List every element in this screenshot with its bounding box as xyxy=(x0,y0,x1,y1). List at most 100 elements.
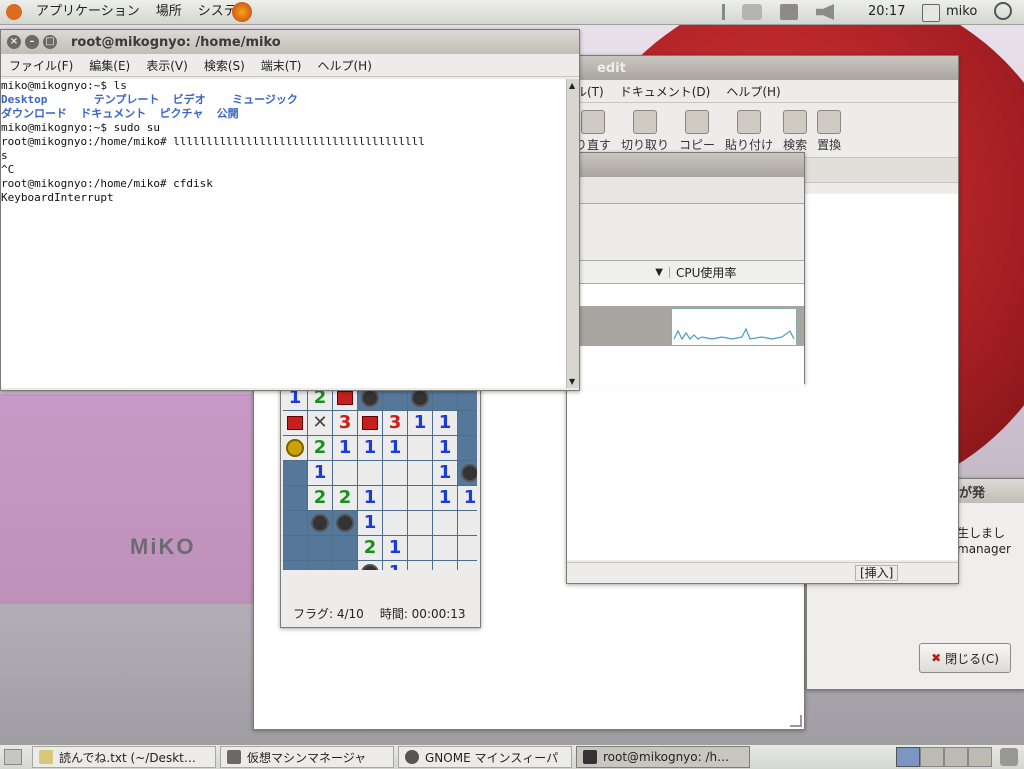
cell[interactable]: 1 xyxy=(408,411,432,435)
trash-icon[interactable] xyxy=(1000,748,1018,766)
sysmon-titlebar[interactable] xyxy=(567,153,804,177)
terminal-scrollbar[interactable]: ▲ ▼ xyxy=(566,79,579,388)
cell[interactable]: 3 xyxy=(383,411,407,435)
taskbar-item-terminal[interactable]: root@mikognyo: /h… xyxy=(576,746,750,768)
redo-button[interactable]: り直す xyxy=(575,110,611,153)
gedit-titlebar[interactable]: edit xyxy=(567,56,958,80)
menu-places[interactable]: 場所 xyxy=(148,0,190,24)
terminal-menu-edit[interactable]: 編集(E) xyxy=(81,57,138,74)
cell[interactable] xyxy=(283,536,307,560)
close-button[interactable]: ✖ 閉じる(C) xyxy=(919,643,1011,673)
cell[interactable] xyxy=(283,511,307,535)
maximize-window-icon[interactable]: □ xyxy=(43,35,57,49)
cell[interactable] xyxy=(283,561,307,570)
menu-applications[interactable]: アプリケーション xyxy=(28,0,148,24)
paste-button[interactable]: 貼り付け xyxy=(725,110,773,153)
cell[interactable]: 1 xyxy=(383,561,407,570)
cell[interactable]: 1 xyxy=(458,486,477,510)
cell[interactable] xyxy=(458,436,477,460)
cell[interactable]: ✕ xyxy=(308,411,332,435)
cell[interactable] xyxy=(333,561,357,570)
terminal-menu-view[interactable]: 表示(V) xyxy=(138,57,196,74)
cell[interactable] xyxy=(408,561,432,570)
cell[interactable] xyxy=(333,536,357,560)
cell[interactable] xyxy=(283,411,307,435)
cell[interactable]: 3 xyxy=(333,411,357,435)
replace-button[interactable]: 置換 xyxy=(817,110,841,153)
cell[interactable] xyxy=(358,411,382,435)
cell[interactable] xyxy=(358,461,382,485)
power-icon[interactable] xyxy=(994,2,1012,20)
find-button[interactable]: 検索 xyxy=(783,110,807,153)
copy-button[interactable]: コピー xyxy=(679,110,715,153)
cell[interactable]: 1 xyxy=(333,436,357,460)
sysmon-row-selected[interactable] xyxy=(567,306,804,346)
taskbar-item-mines[interactable]: GNOME マインスィーパ xyxy=(398,746,572,768)
workspace-switcher[interactable] xyxy=(896,747,992,767)
cell[interactable] xyxy=(308,536,332,560)
cell[interactable]: 1 xyxy=(433,486,457,510)
terminal-menu-file[interactable]: ファイル(F) xyxy=(1,57,81,74)
cell[interactable] xyxy=(308,511,332,535)
terminal-output[interactable]: miko@mikognyo:~$ ls Desktop テンプレート ビデオ ミュ… xyxy=(1,79,566,388)
gedit-menu-documents[interactable]: ドキュメント(D) xyxy=(612,83,719,100)
taskbar-item-virt-manager[interactable]: 仮想マシンマネージャ xyxy=(220,746,394,768)
cell[interactable] xyxy=(458,536,477,560)
minefield[interactable]: 1 2 ✕ 3 3 1 1 2 1 1 1 1 1 1 2 2 1 1 1 1 … xyxy=(283,386,477,570)
cell[interactable] xyxy=(383,461,407,485)
cell[interactable]: 1 xyxy=(433,436,457,460)
workspace-2[interactable] xyxy=(920,747,944,767)
close-window-icon[interactable]: × xyxy=(7,35,21,49)
terminal-menu-terminal[interactable]: 端末(T) xyxy=(253,57,310,74)
terminal-menu-search[interactable]: 検索(S) xyxy=(196,57,253,74)
cell[interactable] xyxy=(283,486,307,510)
cell[interactable]: 2 xyxy=(358,536,382,560)
cell[interactable] xyxy=(383,511,407,535)
scroll-down-icon[interactable]: ▼ xyxy=(569,377,575,386)
cell[interactable] xyxy=(383,486,407,510)
cell[interactable] xyxy=(283,461,307,485)
cpu-column-header[interactable]: CPU使用率 xyxy=(670,264,736,281)
cell[interactable] xyxy=(458,561,477,570)
cell[interactable] xyxy=(283,436,307,460)
cell[interactable]: 1 xyxy=(358,436,382,460)
cell[interactable] xyxy=(433,511,457,535)
cell[interactable] xyxy=(408,436,432,460)
user-name[interactable]: miko xyxy=(946,0,977,24)
show-desktop-icon[interactable] xyxy=(4,749,22,765)
cell[interactable] xyxy=(458,411,477,435)
cell[interactable]: 1 xyxy=(383,536,407,560)
cell[interactable] xyxy=(408,511,432,535)
cell[interactable] xyxy=(408,486,432,510)
cut-button[interactable]: 切り取り xyxy=(621,110,669,153)
cell[interactable] xyxy=(308,561,332,570)
sort-arrow-icon[interactable]: ▼ xyxy=(567,266,670,278)
terminal-menu-help[interactable]: ヘルプ(H) xyxy=(310,57,380,74)
terminal-titlebar[interactable]: × – □ root@mikognyo: /home/miko xyxy=(1,30,579,54)
volume-icon[interactable] xyxy=(816,4,834,20)
network-icon[interactable] xyxy=(780,4,798,20)
cell[interactable]: 2 xyxy=(333,486,357,510)
resize-grip-icon[interactable] xyxy=(790,715,802,727)
workspace-1[interactable] xyxy=(896,747,920,767)
cell[interactable]: 2 xyxy=(308,436,332,460)
cell[interactable] xyxy=(433,536,457,560)
cell[interactable] xyxy=(358,561,382,570)
firefox-icon[interactable] xyxy=(232,2,252,22)
cell[interactable] xyxy=(458,461,477,485)
cell[interactable] xyxy=(408,461,432,485)
ubuntu-logo-icon[interactable] xyxy=(6,4,22,20)
printer-icon[interactable] xyxy=(742,4,762,20)
cell[interactable]: 1 xyxy=(308,461,332,485)
cell[interactable] xyxy=(333,461,357,485)
workspace-3[interactable] xyxy=(944,747,968,767)
workspace-4[interactable] xyxy=(968,747,992,767)
cell[interactable]: 1 xyxy=(433,411,457,435)
cell[interactable] xyxy=(458,511,477,535)
cell[interactable]: 2 xyxy=(308,486,332,510)
cell[interactable]: 1 xyxy=(358,511,382,535)
clock[interactable]: 20:17 xyxy=(868,0,905,24)
cell[interactable] xyxy=(333,511,357,535)
cell[interactable] xyxy=(433,561,457,570)
scroll-up-icon[interactable]: ▲ xyxy=(569,81,575,90)
